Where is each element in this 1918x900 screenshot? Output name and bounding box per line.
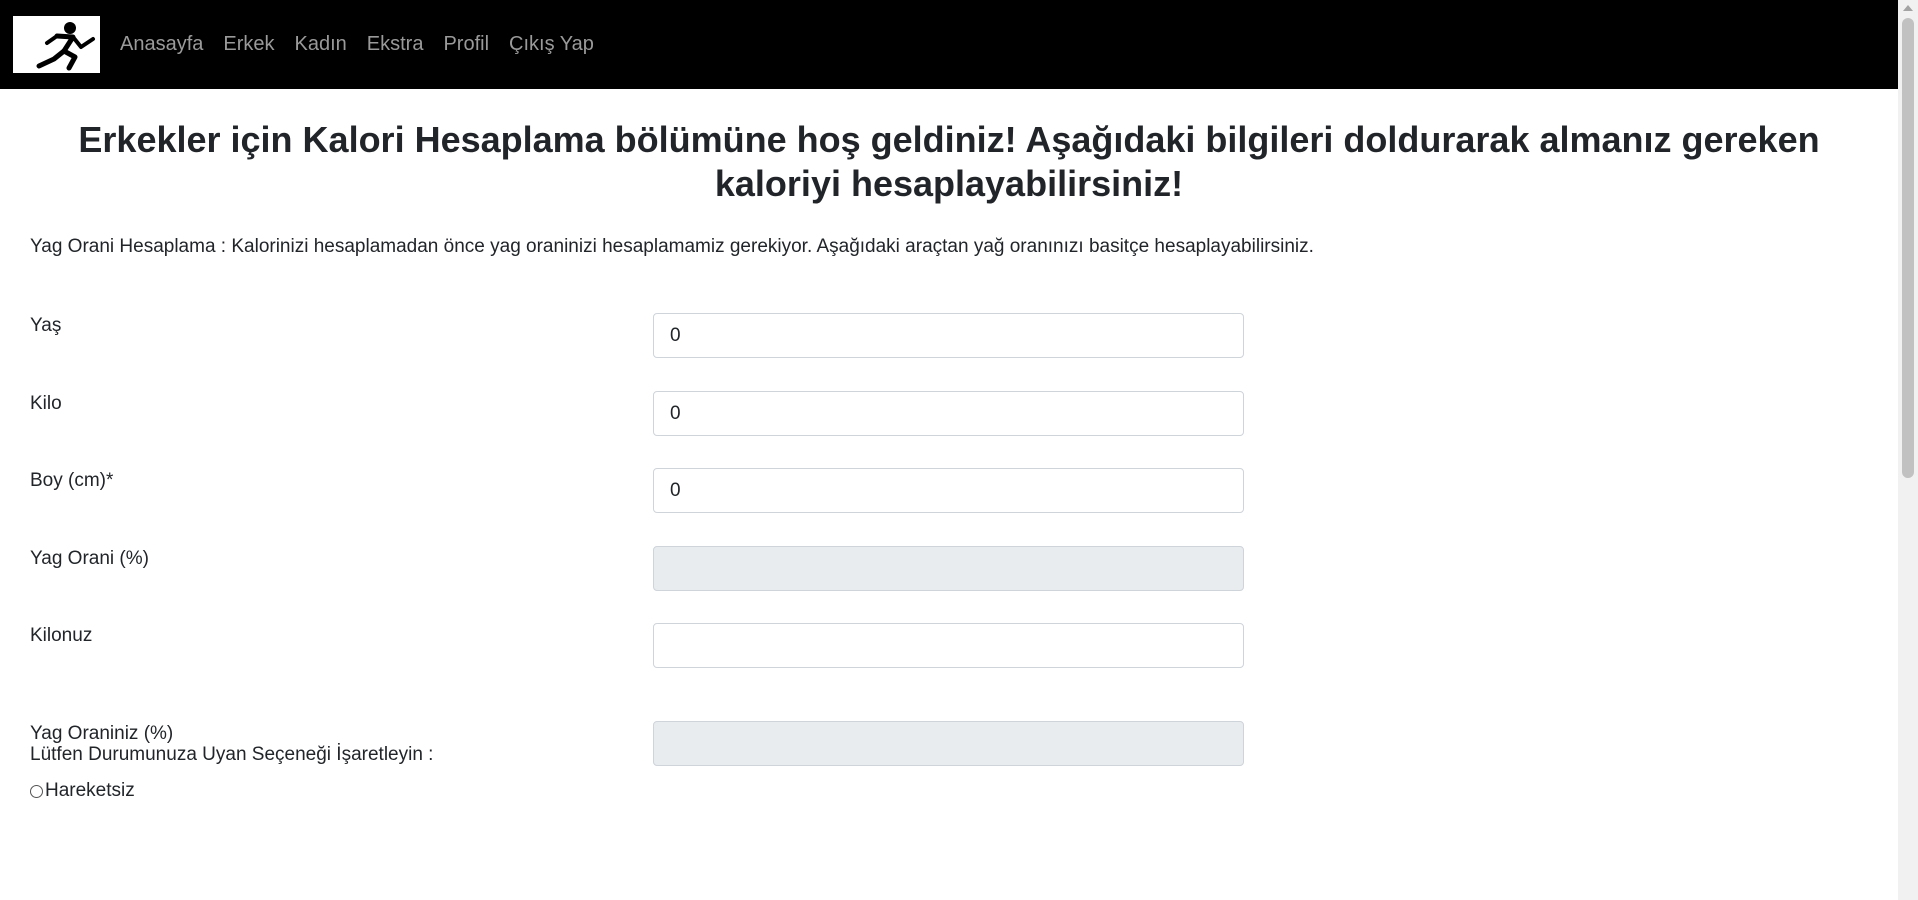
your-fat-ratio-label: Yag Oraniniz (%)	[30, 723, 174, 744]
scroll-thumb[interactable]	[1902, 18, 1914, 478]
nav-link-kadin[interactable]: Kadın	[295, 33, 347, 56]
height-label: Boy (cm)*	[30, 470, 114, 491]
radio-button[interactable]	[30, 784, 43, 798]
running-man-icon[interactable]	[13, 16, 100, 73]
age-label: Yaş	[30, 315, 62, 336]
page-title: Erkekler için Kalori Hesaplama bölümüne …	[78, 119, 1820, 204]
fat-ratio-output	[653, 546, 1244, 591]
age-input[interactable]	[653, 313, 1244, 358]
nav-link-profil[interactable]: Profil	[443, 33, 489, 56]
page-scrollbar[interactable]	[1898, 0, 1918, 900]
scroll-up-arrow-icon[interactable]	[1903, 5, 1913, 11]
form-row-height: Boy (cm)*	[30, 468, 1250, 516]
your-fat-ratio-output	[653, 721, 1244, 766]
nav-link-ekstra[interactable]: Ekstra	[367, 33, 424, 56]
nav-links: Anasayfa Erkek Kadın Ekstra Profil Çıkış…	[120, 33, 614, 56]
form-row-your-weight: Kilonuz	[30, 623, 1250, 671]
form-row-weight: Kilo	[30, 391, 1250, 439]
weight-input[interactable]	[653, 391, 1244, 436]
intro-text: Yag Orani Hesaplama : Kalorinizi hesapla…	[30, 236, 1314, 257]
nav-link-logout[interactable]: Çıkış Yap	[509, 33, 594, 56]
form-row-age: Yaş	[30, 313, 1250, 361]
navbar: Anasayfa Erkek Kadın Ekstra Profil Çıkış…	[0, 0, 1898, 89]
activity-prompt: Lütfen Durumunuza Uyan Seçeneği İşaretle…	[30, 744, 434, 765]
main-content: Erkekler için Kalori Hesaplama bölümüne …	[0, 89, 1898, 766]
form-row-fat-ratio: Yag Orani (%)	[30, 546, 1250, 594]
weight-label: Kilo	[30, 393, 62, 414]
nav-link-anasayfa[interactable]: Anasayfa	[120, 33, 203, 56]
height-input[interactable]	[653, 468, 1244, 513]
your-weight-label: Kilonuz	[30, 625, 93, 646]
option-sedentary[interactable]: Hareketsiz	[30, 780, 135, 802]
fat-ratio-label: Yag Orani (%)	[30, 548, 149, 569]
option-label: Hareketsiz	[45, 780, 135, 801]
your-weight-input[interactable]	[653, 623, 1244, 668]
nav-link-erkek[interactable]: Erkek	[223, 33, 274, 56]
